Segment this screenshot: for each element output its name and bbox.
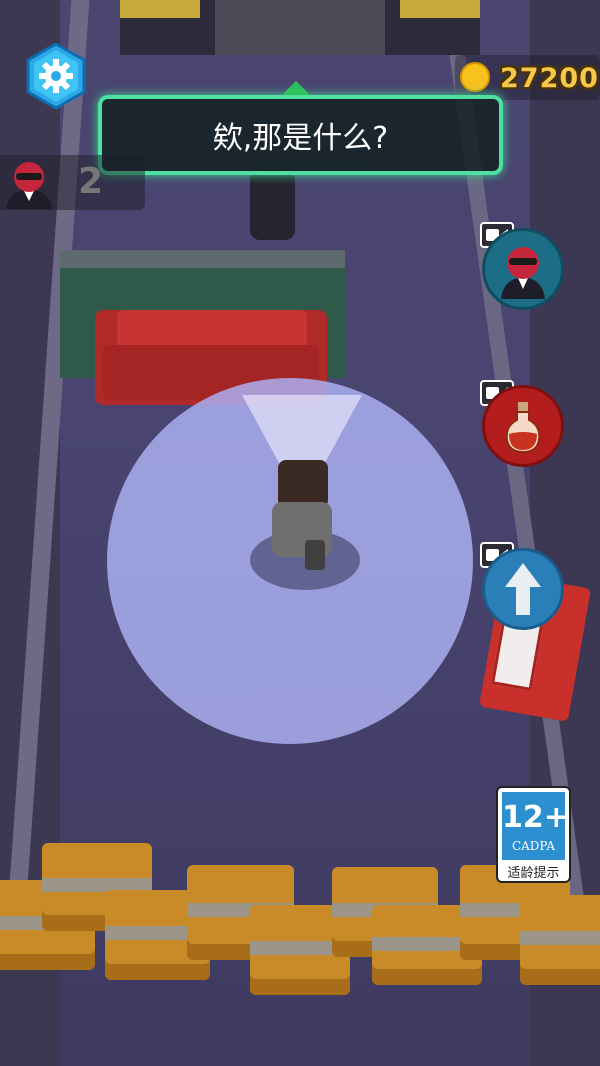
age-rating-badge: 12+ CADPA 适龄提示 (496, 786, 571, 883)
age-rating-panel: 12+ CADPA (502, 792, 569, 860)
potion-bottle-icon (505, 402, 541, 454)
potion-powerup-button[interactable] (482, 385, 564, 467)
dialog-text: 欸,那是什么? (212, 121, 389, 156)
age-rating-tip: 适龄提示 (507, 866, 560, 881)
gear-icon (26, 42, 86, 110)
disguise-powerup-button[interactable] (482, 228, 564, 310)
player-character (270, 460, 340, 570)
coin-icon (460, 62, 490, 92)
enemy-guard (250, 170, 295, 240)
speed-powerup-button[interactable] (482, 548, 564, 630)
remaining-targets-counter: 2 (0, 155, 145, 210)
top-doorway (120, 0, 480, 55)
remaining-targets-count: 2 (78, 161, 104, 202)
dialog-bubble: 欸,那是什么? (98, 81, 503, 175)
up-arrow-icon (505, 563, 541, 615)
agent-avatar-icon (6, 162, 52, 209)
settings-button[interactable] (22, 42, 90, 110)
coin-amount: 27200 (500, 63, 599, 94)
coin-counter: 27200 (455, 55, 600, 100)
agent-avatar-icon (501, 247, 545, 299)
dialog-arrow-icon (282, 81, 310, 95)
age-rating-value: 12+ (502, 800, 569, 835)
age-rating-org: CADPA (511, 839, 556, 853)
